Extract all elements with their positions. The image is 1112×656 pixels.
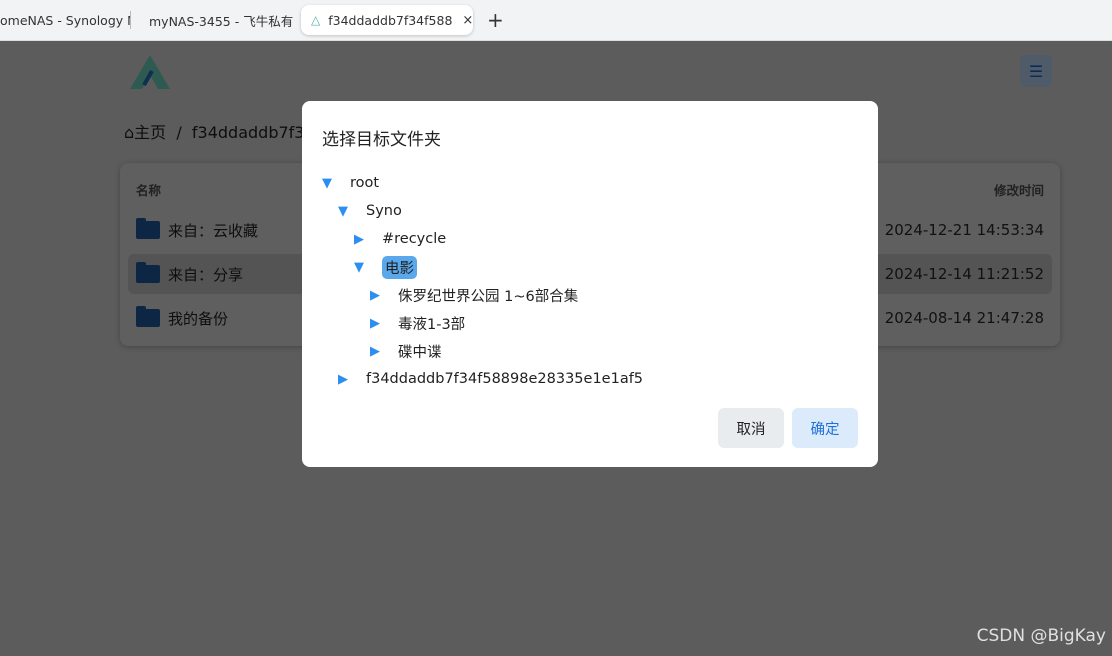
- tab-label: myNAS-3455 - 飞牛私有: [149, 13, 294, 29]
- tree-node[interactable]: ▶ 毒液1-3部: [322, 309, 643, 337]
- tree-node-label[interactable]: 侏罗纪世界公园 1~6部合集: [398, 285, 578, 306]
- folder-icon: [136, 306, 160, 327]
- file-time: 2024-12-21 14:53:34: [884, 221, 1044, 239]
- list-menu-button[interactable]: ☰: [1020, 55, 1052, 87]
- browser-tab[interactable]: omeNAS - Synology N: [0, 5, 130, 35]
- file-time: 2024-08-14 21:47:28: [884, 309, 1044, 327]
- column-name[interactable]: 名称: [136, 180, 161, 199]
- tree-node[interactable]: ▼ root: [322, 169, 643, 197]
- caret-right-icon[interactable]: ▶: [338, 372, 354, 387]
- confirm-button[interactable]: 确定: [792, 408, 858, 448]
- column-modified[interactable]: 修改时间: [994, 180, 1044, 199]
- select-folder-dialog: 选择目标文件夹 ▼ root ▼ Syno ▶ #recycle ▼ 电影 ▶ 侏罗纪世界公园 1…: [302, 101, 878, 467]
- caret-right-icon[interactable]: ▶: [370, 288, 386, 303]
- caret-down-icon[interactable]: ▼: [322, 176, 338, 191]
- tree-node[interactable]: ▶ 碟中谍: [322, 337, 643, 365]
- caret-right-icon[interactable]: ▶: [370, 316, 386, 331]
- tree-node[interactable]: ▼ 电影: [322, 253, 643, 281]
- breadcrumb: ⌂主页 / f34ddaddb7f3: [124, 119, 304, 143]
- tree-node-label[interactable]: #recycle: [382, 231, 446, 247]
- file-time: 2024-12-14 11:21:52: [884, 265, 1044, 283]
- folder-icon: [136, 218, 160, 239]
- breadcrumb-separator: /: [176, 123, 182, 142]
- close-icon[interactable]: ×: [462, 13, 473, 28]
- caret-down-icon[interactable]: ▼: [338, 204, 354, 219]
- watermark: CSDN @BigKay: [976, 626, 1106, 646]
- tree-node[interactable]: ▶ 侏罗纪世界公园 1~6部合集: [322, 281, 643, 309]
- tree-node-label[interactable]: root: [350, 175, 379, 191]
- dialog-title: 选择目标文件夹: [322, 130, 441, 150]
- breadcrumb-home[interactable]: 主页: [134, 123, 166, 142]
- caret-right-icon[interactable]: ▶: [354, 232, 370, 247]
- tree-node[interactable]: ▶ #recycle: [322, 225, 643, 253]
- breadcrumb-current[interactable]: f34ddaddb7f3: [192, 123, 305, 142]
- file-name: 来自：分享: [168, 265, 244, 284]
- tree-node-label[interactable]: 毒液1-3部: [398, 313, 465, 334]
- tree-node-label[interactable]: f34ddaddb7f34f58898e28335e1e1af5: [366, 371, 643, 387]
- app-logo: [130, 55, 170, 89]
- new-tab-button[interactable]: +: [487, 8, 504, 32]
- folder-tree: ▼ root ▼ Syno ▶ #recycle ▼ 电影 ▶ 侏罗纪世界公园 1~6部合集 ▶ 毒液…: [322, 169, 643, 393]
- tab-label: omeNAS - Synology N: [0, 12, 130, 28]
- browser-tab-active[interactable]: △ f34ddaddb7f34f588 ×: [301, 5, 473, 35]
- cancel-button[interactable]: 取消: [718, 408, 784, 448]
- tree-node-label[interactable]: Syno: [366, 203, 402, 219]
- file-name: 我的备份: [168, 309, 229, 328]
- tree-node-label[interactable]: 碟中谍: [398, 341, 442, 362]
- browser-tab-bar: omeNAS - Synology N myNAS-3455 - 飞牛私有 △ f…: [0, 0, 1112, 41]
- tree-node[interactable]: ▼ Syno: [322, 197, 643, 225]
- caret-down-icon[interactable]: ▼: [354, 260, 370, 275]
- list-icon: ☰: [1028, 61, 1044, 81]
- file-name: 来自：云收藏: [168, 221, 259, 240]
- caret-right-icon[interactable]: ▶: [370, 344, 386, 359]
- browser-tab[interactable]: myNAS-3455 - 飞牛私有: [131, 5, 301, 35]
- tree-node-label[interactable]: 电影: [382, 255, 417, 279]
- tree-node[interactable]: ▶ f34ddaddb7f34f58898e28335e1e1af5: [322, 365, 643, 393]
- tab-label: f34ddaddb7f34f588: [328, 12, 453, 28]
- app-logo-icon: △: [311, 13, 321, 27]
- folder-icon: [136, 262, 160, 283]
- home-icon: ⌂: [124, 123, 135, 142]
